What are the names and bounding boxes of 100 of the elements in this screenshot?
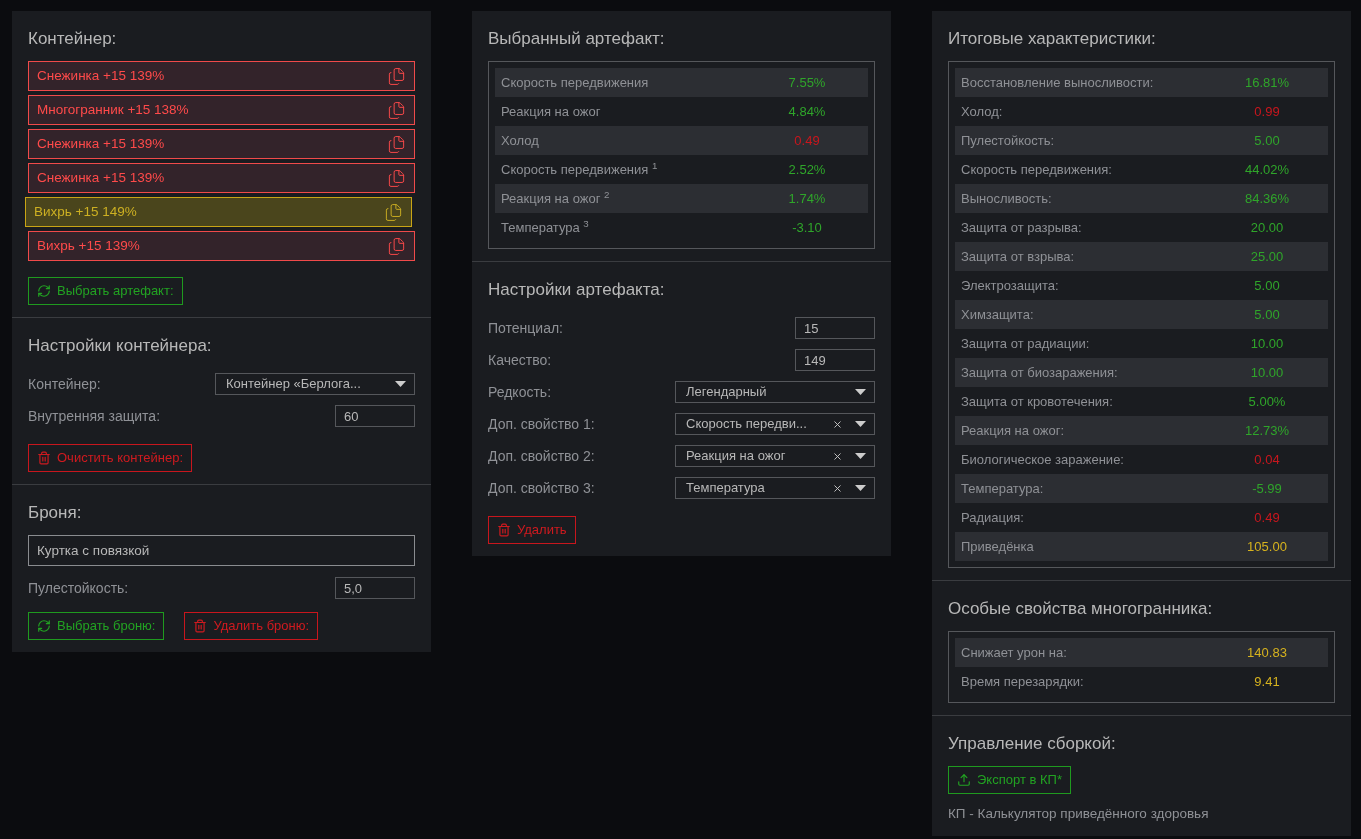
trash-icon xyxy=(497,523,511,537)
stat-label: Скорость передвижения $^{1}$ xyxy=(501,159,659,179)
field-label: Доп. свойство 3: xyxy=(488,478,595,498)
caret-icon xyxy=(855,421,866,427)
stat-value: 20.00 xyxy=(1249,218,1285,237)
caret-icon xyxy=(855,389,866,395)
stat-value: 84.36% xyxy=(1243,189,1291,208)
artifact-slot[interactable]: Вихрь +15 139% xyxy=(28,231,415,261)
artifact-slot[interactable]: Снежинка +15 139% xyxy=(28,129,415,159)
armor-name-field[interactable]: Куртка с повязкой xyxy=(28,535,415,566)
stat-value: 140.83 xyxy=(1246,643,1288,662)
stat-value: 1.74% xyxy=(787,189,827,208)
stat-value: 0.49 xyxy=(793,131,821,150)
choose-artifact-button[interactable]: Выбрать артефакт: xyxy=(28,277,183,305)
refresh-icon xyxy=(37,619,51,633)
number-field[interactable]: 5,0 xyxy=(335,577,415,599)
stat-value: 7.55% xyxy=(787,73,827,92)
section-title: Итоговые характеристики: xyxy=(948,29,1157,49)
stat-value: -3.10 xyxy=(791,218,823,237)
dropdown[interactable]: Легендарный xyxy=(675,381,875,403)
stat-label: Защита от радиации: xyxy=(961,334,1091,353)
caret-icon xyxy=(855,485,866,491)
artifact-slot[interactable]: Снежинка +15 139% xyxy=(28,61,415,91)
stat-label: Приведёнка xyxy=(961,537,1035,556)
choose-armor-button[interactable]: Выбрать броню: xyxy=(28,612,165,640)
stat-label: Защита от взрыва: xyxy=(961,247,1076,266)
field-label: Редкость: xyxy=(488,382,552,402)
section-title: Управление сборкой: xyxy=(948,734,1117,754)
trash-icon xyxy=(37,451,51,465)
stat-label: Защита от биозаражения: xyxy=(961,363,1119,382)
field-label: Потенциал: xyxy=(488,318,563,338)
stat-label: Температура $^{3}$ xyxy=(501,217,590,237)
dropdown[interactable]: Температура xyxy=(675,477,875,499)
stat-label: Защита от кровотечения: xyxy=(961,392,1114,411)
copy-icon[interactable] xyxy=(387,168,406,188)
clear-icon[interactable] xyxy=(832,418,843,430)
stat-label: Защита от разрыва: xyxy=(961,218,1083,237)
section-title: Особые свойства многогранника: xyxy=(948,599,1214,619)
field-label: Качество: xyxy=(488,350,552,370)
section-title: Выбранный артефакт: xyxy=(488,29,666,49)
stat-value: 9.41 xyxy=(1253,672,1281,691)
delete-armor-button[interactable]: Удалить броню: xyxy=(184,612,319,640)
trash-icon xyxy=(193,619,208,633)
stat-label: Температура: xyxy=(961,479,1045,498)
clear-container-button[interactable]: Очистить контейнер: xyxy=(28,444,192,472)
stat-value: 0.49 xyxy=(1253,508,1281,527)
section-title: Настройки артефакта: xyxy=(488,280,666,300)
number-field[interactable]: 60 xyxy=(335,405,415,427)
stat-value: -5.99 xyxy=(1251,479,1283,498)
stat-value: 4.84% xyxy=(787,102,827,121)
stat-value: 10.00 xyxy=(1249,363,1285,382)
stat-value: 5.00% xyxy=(1247,392,1287,411)
dropdown[interactable]: Контейнер «Берлога... xyxy=(215,373,415,395)
export-button[interactable]: Экспорт в КП* xyxy=(948,766,1071,794)
caret-icon xyxy=(395,381,406,387)
caret-icon xyxy=(855,453,866,459)
field-label: Доп. свойство 2: xyxy=(488,446,595,466)
stat-value: 0.99 xyxy=(1253,102,1281,121)
field-label: Пулестойкость: xyxy=(28,578,129,598)
field-label: Внутренняя защита: xyxy=(28,406,161,426)
artifact-slot[interactable]: Вихрь +15 149% xyxy=(25,197,412,227)
copy-icon[interactable] xyxy=(387,66,406,86)
clear-icon[interactable] xyxy=(832,482,843,494)
field-label: Контейнер: xyxy=(28,374,101,394)
stat-label: Выносливость: xyxy=(961,189,1053,208)
stat-label: Восстановление выносливости: xyxy=(961,73,1155,92)
section-title: Контейнер: xyxy=(28,29,118,49)
stat-value: 12.73% xyxy=(1243,421,1291,440)
stat-label: Холод xyxy=(501,131,540,150)
copy-icon[interactable] xyxy=(387,236,406,256)
dropdown[interactable]: Скорость передви... xyxy=(675,413,875,435)
stat-label: Реакция на ожог xyxy=(501,102,602,121)
dropdown[interactable]: Реакция на ожог xyxy=(675,445,875,467)
stat-label: Снижает урон на: xyxy=(961,643,1068,662)
number-field[interactable]: 149 xyxy=(795,349,875,371)
stat-value: 5.00 xyxy=(1253,276,1281,295)
stat-label: Время перезарядки: xyxy=(961,672,1085,691)
number-field[interactable]: 15 xyxy=(795,317,875,339)
artifact-slot[interactable]: Снежинка +15 139% xyxy=(28,163,415,193)
stat-value: 5.00 xyxy=(1253,131,1281,150)
stat-label: Пулестойкость: xyxy=(961,131,1056,150)
stat-value: 2.52% xyxy=(787,160,827,179)
footnote-text: КП - Калькулятор приведённого здоровья xyxy=(948,805,1210,823)
upload-icon xyxy=(957,773,971,787)
copy-icon[interactable] xyxy=(384,202,403,222)
stat-value: 16.81% xyxy=(1243,73,1291,92)
clear-icon[interactable] xyxy=(832,450,843,462)
delete-artifact-button[interactable]: Удалить xyxy=(488,516,576,544)
stat-value: 0.04 xyxy=(1253,450,1281,469)
stat-value: 44.02% xyxy=(1243,160,1291,179)
copy-icon[interactable] xyxy=(387,100,406,120)
stat-label: Реакция на ожог: xyxy=(961,421,1065,440)
copy-icon[interactable] xyxy=(387,134,406,154)
stat-label: Скорость передвижения: xyxy=(961,160,1113,179)
stat-label: Скорость передвижения xyxy=(501,73,650,92)
section-title: Броня: xyxy=(28,503,83,523)
stat-label: Радиация: xyxy=(961,508,1025,527)
stat-label: Химзащита: xyxy=(961,305,1035,324)
artifact-slot[interactable]: Многогранник +15 138% xyxy=(28,95,415,125)
stat-value: 25.00 xyxy=(1249,247,1285,266)
